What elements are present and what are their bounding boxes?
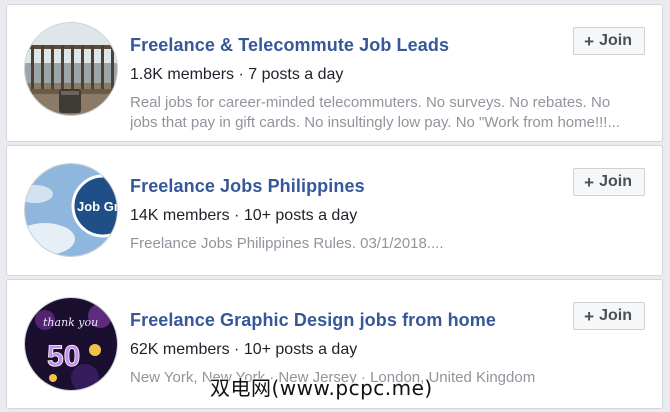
join-button[interactable]: + Join — [573, 302, 645, 330]
plus-icon: + — [584, 31, 595, 51]
group-card: Freelance & Telecommute Job Leads 1.8K m… — [6, 4, 663, 142]
group-description-line: Freelance Jobs Philippines Rules. 03/1/2… — [130, 235, 444, 252]
balcony-coffee-photo — [25, 23, 117, 115]
join-label: Join — [599, 307, 632, 324]
group-list: Freelance & Telecommute Job Leads 1.8K m… — [6, 4, 663, 412]
group-meta: 1.8K members · 7 posts a day — [130, 66, 344, 83]
join-button[interactable]: + Join — [573, 27, 645, 55]
group-description-line: Real jobs for career-minded telecommuter… — [130, 94, 611, 111]
group-title[interactable]: Freelance Graphic Design jobs from home — [130, 310, 496, 331]
group-card: Job Gro Freelance Jobs Philippines 14K m… — [6, 145, 663, 276]
join-label: Join — [599, 32, 632, 49]
group-description: Real jobs for career-minded telecommuter… — [130, 93, 640, 133]
avatar-text: Job Gro — [77, 199, 118, 214]
avatar-text-top: thank you — [43, 316, 98, 329]
watermark: 双电网(www.pcpc.me) — [210, 376, 433, 400]
group-avatar[interactable] — [24, 22, 118, 116]
plus-icon: + — [584, 172, 595, 192]
group-meta: 14K members · 10+ posts a day — [130, 207, 358, 224]
group-description: Freelance Jobs Philippines Rules. 03/1/2… — [130, 234, 640, 254]
group-avatar[interactable]: Job Gro — [24, 163, 118, 257]
group-title[interactable]: Freelance & Telecommute Job Leads — [130, 35, 449, 56]
group-description-line: jobs that pay in gift cards. No insultin… — [130, 114, 620, 131]
join-label: Join — [599, 173, 632, 190]
avatar-text-number: 50 — [47, 340, 80, 373]
plus-icon: + — [584, 306, 595, 326]
join-button[interactable]: + Join — [573, 168, 645, 196]
job-group-sky-photo: Job Gro — [25, 164, 118, 256]
group-avatar[interactable]: thank you 50 — [24, 297, 118, 391]
thank-you-50k-photo: thank you 50 — [25, 298, 117, 390]
group-title[interactable]: Freelance Jobs Philippines — [130, 176, 365, 197]
group-meta: 62K members · 10+ posts a day — [130, 341, 358, 358]
